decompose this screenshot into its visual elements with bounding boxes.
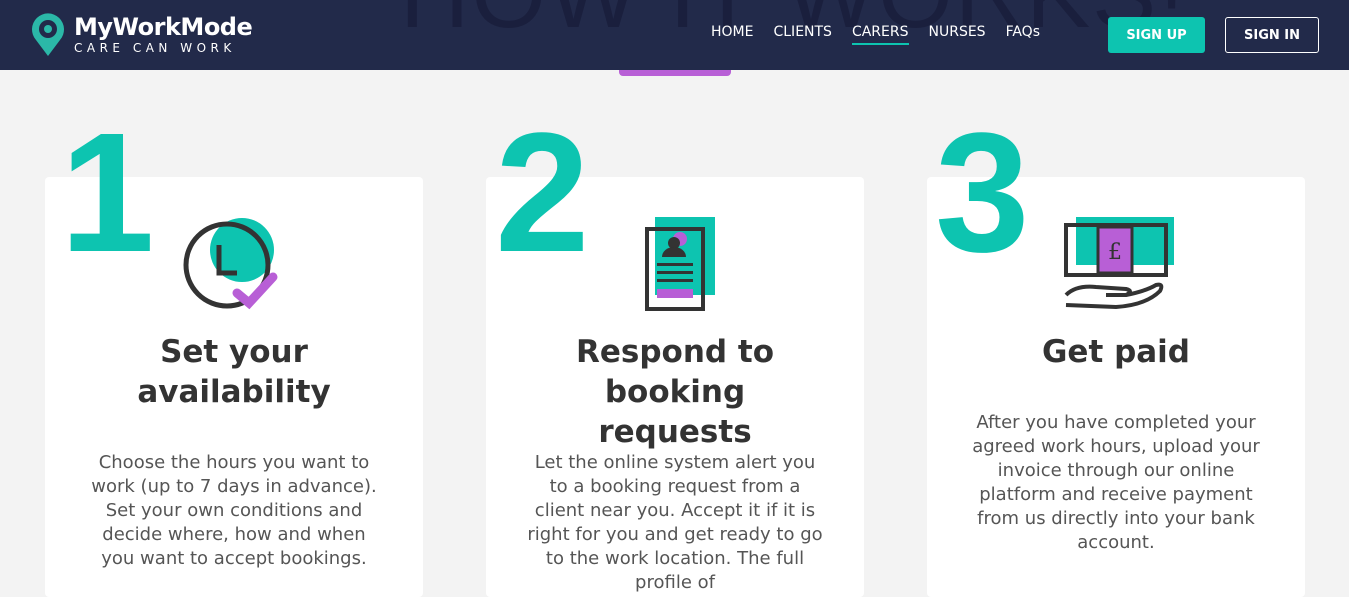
step-text: After you have completed your agreed wor…: [972, 412, 1260, 553]
nav-carers[interactable]: CARERS: [851, 24, 909, 45]
logo[interactable]: MyWorkMode CARE CAN WORK: [30, 12, 253, 58]
step-title: Set your availability: [137, 334, 331, 410]
step-number: 3: [935, 98, 1030, 288]
svg-text:£: £: [1108, 240, 1122, 265]
payment-hand-icon: £: [1064, 217, 1174, 309]
nav-faqs[interactable]: FAQs: [1006, 24, 1040, 45]
clock-check-icon: [183, 218, 278, 310]
sign-up-button[interactable]: SIGN UP: [1108, 17, 1205, 53]
step-text: Let the online system alert you to a boo…: [527, 452, 823, 593]
nav-nurses[interactable]: NURSES: [929, 24, 986, 45]
step-title: Get paid: [1041, 334, 1190, 370]
main-nav: HOME CLIENTS CARERS NURSES FAQs: [711, 24, 1040, 45]
logo-name: MyWorkMode: [74, 13, 253, 41]
nav-home[interactable]: HOME: [711, 24, 753, 45]
profile-document-icon: [645, 217, 715, 311]
step-number: 1: [60, 98, 155, 288]
sign-in-button[interactable]: SIGN IN: [1225, 17, 1319, 53]
location-pin-icon: [32, 13, 64, 57]
step-title: Respond to booking requests: [575, 334, 774, 450]
header: HOW IT WORKS! MyWorkMode CARE CAN WORK H…: [0, 0, 1349, 70]
step-number: 2: [495, 98, 590, 288]
logo-tagline: CARE CAN WORK: [74, 41, 236, 55]
step-text: Choose the hours you want to work (up to…: [91, 452, 377, 569]
nav-clients[interactable]: CLIENTS: [773, 24, 831, 45]
